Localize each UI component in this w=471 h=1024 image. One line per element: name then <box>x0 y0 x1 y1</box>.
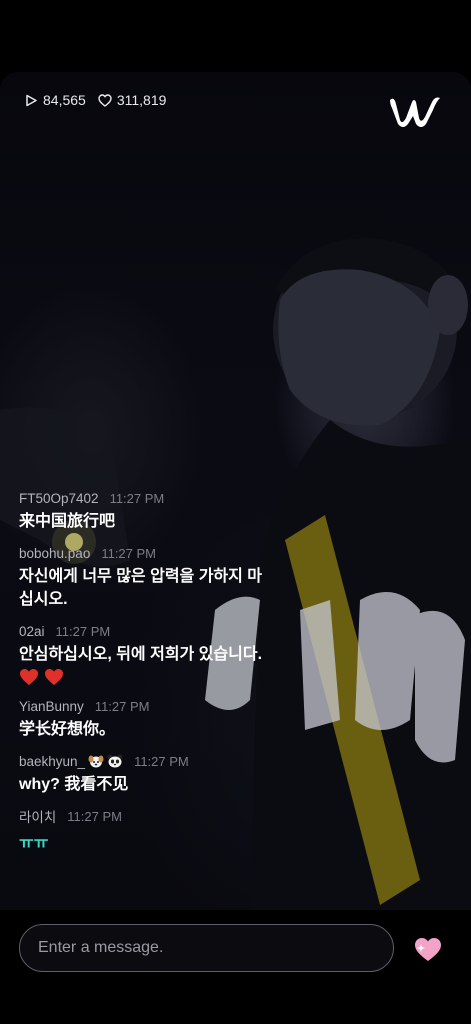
chat-text: 学长好想你。 <box>19 721 116 738</box>
chat-message: baekhyun_ 11:27 PM why? 我看不见 <box>19 752 319 796</box>
send-heart-button[interactable] <box>413 935 443 963</box>
chat-text: 안심하십시오, 뒤에 저희가 있습니다. <box>19 646 263 663</box>
chat-timestamp: 11:27 PM <box>67 808 122 824</box>
chat-username[interactable]: bobohu.pao <box>19 546 90 561</box>
heart-outline-icon <box>98 93 112 107</box>
chat-message: 라이치 11:27 PM ㅠㅠ <box>19 807 319 853</box>
chat-timestamp: 11:27 PM <box>134 753 189 769</box>
chat-username[interactable]: 라이치 <box>19 806 56 826</box>
message-input[interactable] <box>19 924 394 972</box>
chat-username[interactable]: 02ai <box>19 624 45 639</box>
chat-message: YianBunny 11:27 PM 学长好想你。 <box>19 697 319 741</box>
stream-stats: 84,565 311,819 <box>25 92 178 108</box>
chat-timestamp: 11:27 PM <box>101 545 157 561</box>
red-heart-emoji-icon <box>45 669 63 685</box>
chat-message: bobohu.pao 11:27 PM 자신에게 너무 많은 압력을 가하지 마 … <box>19 544 319 611</box>
chat-heart-emojis <box>19 668 319 686</box>
chat-username[interactable]: FT50Op7402 <box>19 491 99 506</box>
red-heart-emoji-icon <box>20 669 38 685</box>
play-icon <box>26 94 37 106</box>
view-count-value: 84,565 <box>43 92 86 108</box>
live-chat: FT50Op7402 11:27 PM 来中国旅行吧 bobohu.pao 11:2… <box>19 489 319 864</box>
weverse-logo <box>390 97 440 127</box>
chat-timestamp: 11:27 PM <box>109 490 165 506</box>
chat-timestamp: 11:27 PM <box>94 698 150 714</box>
chat-username[interactable]: YianBunny <box>19 699 84 714</box>
chat-timestamp: 11:27 PM <box>55 623 111 639</box>
chat-text: 자신에게 너무 많은 압력을 가하지 마 십시오. <box>19 568 263 608</box>
chat-text: ㅠㅠ <box>19 835 49 852</box>
like-count-value: 311,819 <box>116 92 167 108</box>
view-count: 84,565 <box>25 92 86 108</box>
panda-emoji-icon <box>107 754 123 768</box>
chat-text: 来中国旅行吧 <box>19 513 116 530</box>
like-count: 311,819 <box>98 92 167 108</box>
chat-username[interactable]: baekhyun_ <box>19 754 85 769</box>
chat-message: FT50Op7402 11:27 PM 来中国旅行吧 <box>19 489 319 533</box>
chat-text: why? 我看不见 <box>19 776 129 793</box>
puppy-emoji-icon <box>88 755 104 768</box>
chat-message: 02ai 11:27 PM 안심하십시오, 뒤에 저희가 있습니다. <box>19 622 319 686</box>
